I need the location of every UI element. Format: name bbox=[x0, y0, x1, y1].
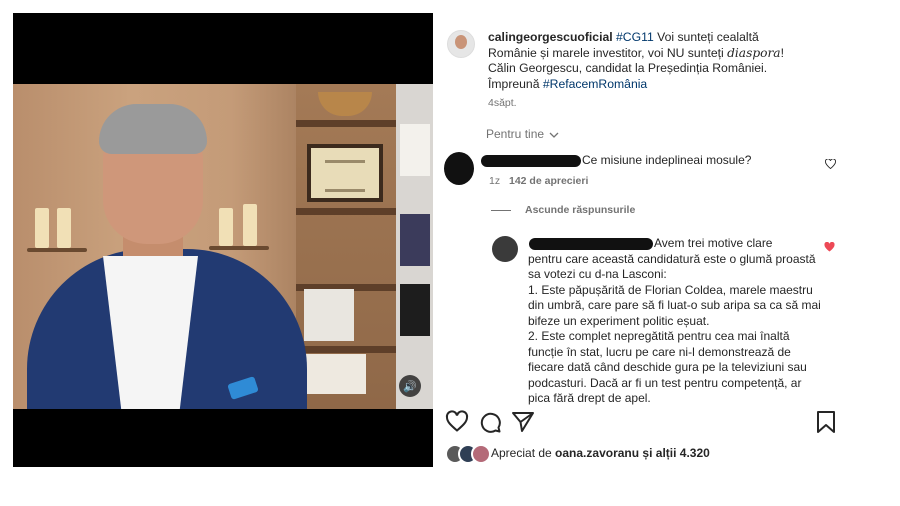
post-age[interactable]: 4săpt. bbox=[488, 97, 517, 109]
candle bbox=[57, 208, 71, 248]
reply-line: fiecare dată când deschide gura pe la te… bbox=[528, 360, 807, 374]
post-side-panel: calingeorgescuoficial #CG11 Voi sunteți … bbox=[433, 13, 854, 467]
avatar[interactable] bbox=[447, 30, 475, 58]
likes-prefix: Apreciat de bbox=[491, 446, 552, 460]
avatar[interactable] bbox=[444, 152, 474, 185]
reply-line: funcție în stat, lucru pe care ni-l demo… bbox=[528, 344, 791, 359]
post-username[interactable]: calingeorgescuoficial bbox=[488, 30, 613, 44]
shelf-board bbox=[296, 120, 396, 127]
comment-age[interactable]: 1z bbox=[489, 175, 500, 187]
hashtag-link[interactable]: #CG11 bbox=[616, 30, 654, 44]
hashtag-link[interactable]: #RefacemRomânia bbox=[543, 77, 647, 91]
heart-filled-icon[interactable] bbox=[824, 242, 835, 252]
candle bbox=[35, 208, 49, 248]
reply-line: 1. Este păpușărită de Florian Coldea, ma… bbox=[528, 282, 813, 297]
likes-summary: Apreciat de oana.zavoranu și alții 4.320 bbox=[491, 446, 710, 460]
hide-replies-button[interactable]: Ascunde răspunsurile bbox=[525, 204, 635, 216]
books bbox=[306, 354, 366, 394]
caption-italic-text: diaspora bbox=[727, 45, 781, 60]
comment-icon[interactable] bbox=[478, 410, 502, 434]
candle bbox=[243, 204, 257, 246]
speaker-icon: 🔊 bbox=[403, 380, 417, 393]
books bbox=[400, 214, 430, 266]
shelf-board bbox=[296, 346, 396, 353]
volume-button[interactable]: 🔊 bbox=[399, 375, 421, 397]
heart-outline-icon[interactable] bbox=[825, 159, 836, 169]
reply-line: din umbră, care pare să fi luat-o sub ar… bbox=[528, 298, 821, 312]
caption-text: Împreună bbox=[488, 76, 540, 91]
candle-stand bbox=[209, 246, 269, 250]
video-frame[interactable]: 🔊 bbox=[13, 84, 433, 409]
liker-avatar[interactable] bbox=[471, 444, 491, 464]
candle bbox=[219, 208, 233, 246]
bookmark-icon[interactable] bbox=[814, 410, 838, 434]
reply-line: sa votezi cu d-na Lasconi: bbox=[528, 267, 667, 281]
reply-text: Avem trei motive clare pentru care aceas… bbox=[528, 236, 833, 407]
shelf-board bbox=[296, 208, 396, 215]
filter-label: Pentru tine bbox=[486, 127, 545, 141]
chevron-down-icon bbox=[549, 132, 559, 138]
candle-stand bbox=[27, 248, 87, 252]
framed-certificate bbox=[307, 144, 383, 202]
person-hair bbox=[99, 104, 207, 154]
liker-username[interactable]: oana.zavoranu bbox=[555, 446, 639, 460]
comment-likes[interactable]: 142 de aprecieri bbox=[509, 175, 588, 187]
caption-text: Călin Georgescu, candidat la Președinția… bbox=[488, 61, 768, 75]
reply-line: pica fără drept de apel. bbox=[528, 391, 651, 405]
comment-filter[interactable]: Pentru tine bbox=[486, 127, 559, 141]
post-caption: calingeorgescuoficial #CG11 Voi sunteți … bbox=[488, 30, 798, 92]
post-media[interactable]: 🔊 bbox=[13, 13, 433, 467]
reply-line: 2. Este complet nepregătită pentru cea m… bbox=[528, 329, 790, 343]
reply-line: podcasturi. Dacă ar fi un test pentru co… bbox=[528, 375, 802, 390]
background-bookshelf bbox=[296, 84, 396, 409]
decor-bowl bbox=[318, 92, 372, 116]
side-bookshelf bbox=[396, 84, 433, 409]
reply-line: bifeze un experiment politic eșuat. bbox=[528, 313, 710, 328]
send-icon[interactable] bbox=[511, 410, 535, 434]
books bbox=[304, 289, 354, 341]
avatar[interactable] bbox=[492, 236, 518, 262]
redacted-username bbox=[481, 155, 581, 167]
books bbox=[400, 124, 430, 176]
reply-line: pentru care această candidatură este o g… bbox=[528, 251, 816, 266]
likes-others[interactable]: și alții 4.320 bbox=[642, 446, 709, 460]
books bbox=[400, 284, 430, 336]
reply-line: Avem trei motive clare bbox=[654, 236, 773, 250]
caption-text: ! bbox=[780, 45, 784, 60]
comment-text: Ce misiune indeplineai mosule? bbox=[582, 153, 752, 167]
reply-divider bbox=[491, 210, 511, 211]
heart-icon[interactable] bbox=[445, 410, 469, 434]
